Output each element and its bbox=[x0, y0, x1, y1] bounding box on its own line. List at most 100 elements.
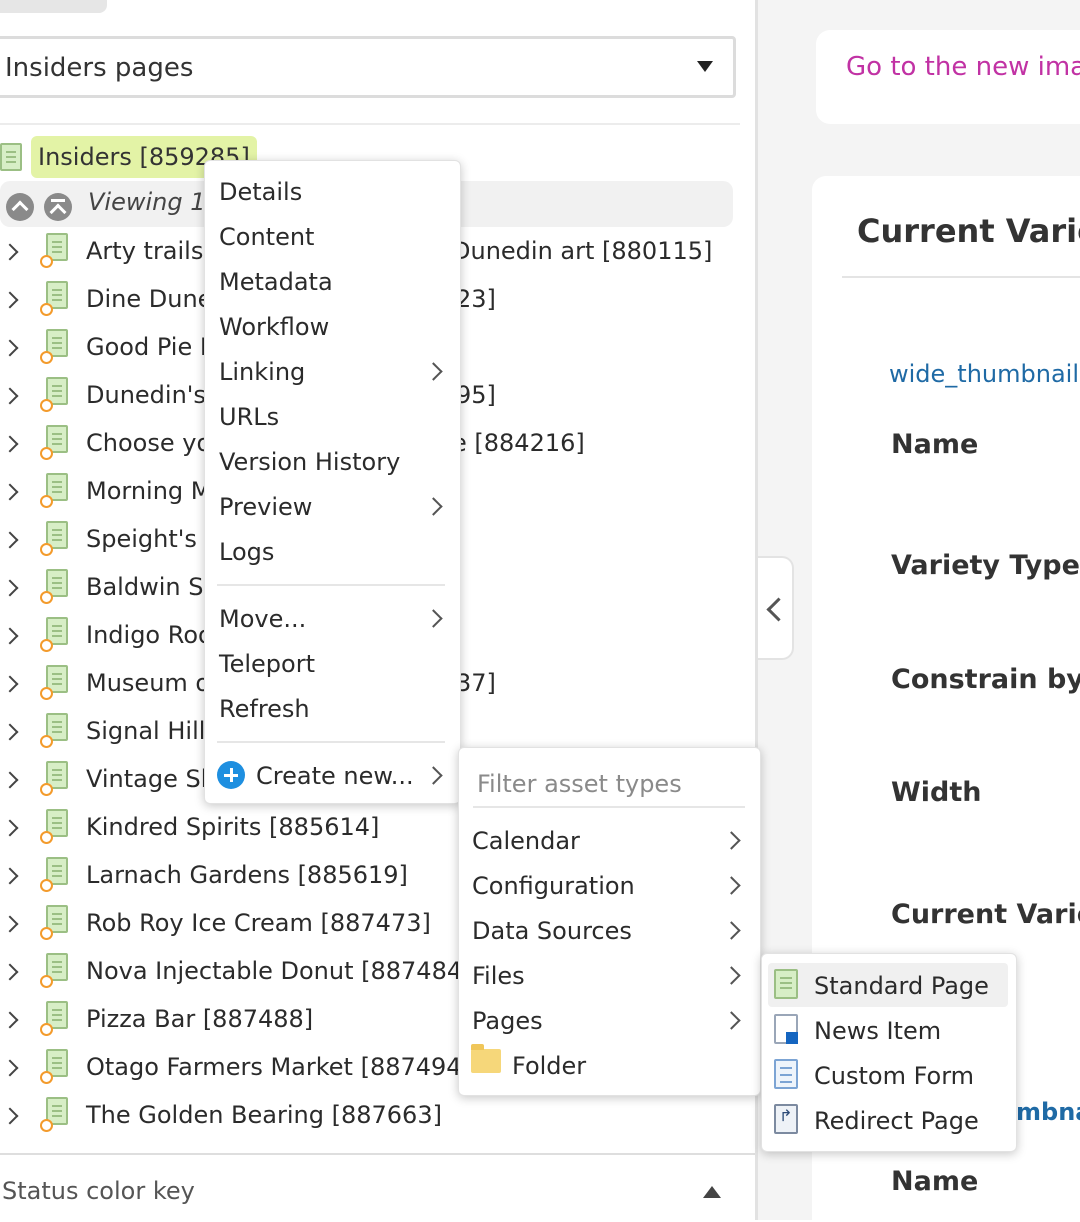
chevron-right-icon bbox=[424, 362, 443, 381]
tree-row-label[interactable]: Museum of bbox=[86, 669, 219, 697]
asset-category-configuration[interactable]: Configuration bbox=[472, 872, 635, 900]
status-dot-icon bbox=[40, 927, 53, 940]
expand-chevron-icon[interactable] bbox=[1, 291, 19, 309]
filter-asset-types-input[interactable] bbox=[473, 762, 745, 808]
status-dot-icon bbox=[40, 447, 53, 460]
expand-chevron-icon[interactable] bbox=[1, 483, 19, 501]
folder-icon bbox=[471, 1044, 501, 1073]
standard-page-icon bbox=[0, 143, 22, 171]
status-color-key[interactable]: Status color key bbox=[0, 1153, 757, 1222]
asset-category-pages[interactable]: Pages bbox=[472, 1007, 543, 1035]
asset-type-redirect-page[interactable]: Redirect Page bbox=[814, 1107, 979, 1135]
asset-category-data-sources[interactable]: Data Sources bbox=[472, 917, 632, 945]
status-dot-icon bbox=[40, 543, 53, 556]
menu-item-urls[interactable]: URLs bbox=[219, 403, 279, 431]
tree-row-label-tail[interactable]: e [884216] bbox=[452, 429, 585, 457]
expand-chevron-icon[interactable] bbox=[1, 915, 19, 933]
expand-chevron-icon[interactable] bbox=[1, 627, 19, 645]
menu-item-metadata[interactable]: Metadata bbox=[219, 268, 333, 296]
tree-row-label[interactable]: Indigo Roor bbox=[86, 621, 223, 649]
expand-chevron-icon[interactable] bbox=[1, 1011, 19, 1029]
tree-row-label[interactable]: Dine Dune bbox=[86, 285, 212, 313]
top-tab-stub[interactable] bbox=[0, 0, 107, 13]
asset-type-folder[interactable]: Folder bbox=[512, 1052, 586, 1080]
tree-row-label[interactable]: The Golden Bearing [887663] bbox=[86, 1101, 442, 1129]
tree-row-label[interactable]: Otago Farmers Market [887494] bbox=[86, 1053, 471, 1081]
tree-row-label-tail[interactable]: Dunedin art [880115] bbox=[452, 237, 712, 265]
asset-type-news-item[interactable]: News Item bbox=[814, 1017, 941, 1045]
tree-row-label[interactable]: Kindred Spirits [885614] bbox=[86, 813, 379, 841]
menu-item-preview[interactable]: Preview bbox=[219, 493, 312, 521]
menu-item-refresh[interactable]: Refresh bbox=[219, 695, 310, 723]
expand-chevron-icon[interactable] bbox=[1, 435, 19, 453]
expand-chevron-icon[interactable] bbox=[1, 531, 19, 549]
asset-type-standard-page[interactable]: Standard Page bbox=[814, 972, 989, 1000]
menu-item-create-new[interactable]: Create new... bbox=[256, 762, 414, 790]
menu-item-logs[interactable]: Logs bbox=[219, 538, 274, 566]
tree-row-label[interactable]: Dunedin's bbox=[86, 381, 206, 409]
expand-chevron-icon[interactable] bbox=[1, 387, 19, 405]
menu-item-content[interactable]: Content bbox=[219, 223, 314, 251]
expand-up-icon[interactable] bbox=[703, 1186, 721, 1198]
menu-item-details[interactable]: Details bbox=[219, 178, 302, 206]
status-dot-icon bbox=[40, 687, 53, 700]
status-dot-icon bbox=[40, 1119, 53, 1132]
tree-row[interactable]: The Golden Bearing [887663] bbox=[0, 1093, 740, 1141]
field-label-current-variety: Current Variety bbox=[891, 899, 1080, 930]
tree-row-label[interactable]: Larnach Gardens [885619] bbox=[86, 861, 408, 889]
expand-chevron-icon[interactable] bbox=[1, 963, 19, 981]
site-select[interactable]: Insiders pages bbox=[0, 36, 736, 98]
redirect-page-icon bbox=[774, 1104, 798, 1134]
viewing-count-text: Viewing 10 bbox=[88, 188, 221, 216]
collapse-panel-tab[interactable] bbox=[758, 556, 794, 660]
menu-item-version-history[interactable]: Version History bbox=[219, 448, 400, 476]
scroll-top-icon[interactable] bbox=[44, 193, 72, 221]
expand-chevron-icon[interactable] bbox=[1, 675, 19, 693]
expand-chevron-icon[interactable] bbox=[1, 1059, 19, 1077]
variety-link-2[interactable]: mbna bbox=[1016, 1098, 1080, 1126]
collapse-up-icon[interactable] bbox=[6, 193, 34, 221]
tree-row-label-tail[interactable]: 37] bbox=[456, 669, 496, 697]
expand-chevron-icon[interactable] bbox=[1, 243, 19, 261]
menu-item-move[interactable]: Move... bbox=[219, 605, 306, 633]
tree-row-label[interactable]: Pizza Bar [887488] bbox=[86, 1005, 313, 1033]
tree-row-label[interactable]: Morning M bbox=[86, 477, 212, 505]
menu-item-teleport[interactable]: Teleport bbox=[219, 650, 315, 678]
menu-item-workflow[interactable]: Workflow bbox=[219, 313, 329, 341]
expand-chevron-icon[interactable] bbox=[1, 867, 19, 885]
expand-chevron-icon[interactable] bbox=[1, 579, 19, 597]
asset-type-custom-form[interactable]: Custom Form bbox=[814, 1062, 974, 1090]
custom-form-icon bbox=[774, 1059, 798, 1089]
menu-separator bbox=[217, 741, 445, 743]
expand-chevron-icon[interactable] bbox=[1, 339, 19, 357]
section-title: Current Variet bbox=[857, 212, 1080, 250]
expand-chevron-icon[interactable] bbox=[1, 723, 19, 741]
tree-row-label[interactable]: Good Pie K bbox=[86, 333, 216, 361]
asset-category-files[interactable]: Files bbox=[472, 962, 525, 990]
status-dot-icon bbox=[40, 1071, 53, 1084]
news-item-icon bbox=[774, 1014, 798, 1044]
tree-row-label[interactable]: Baldwin Str bbox=[86, 573, 223, 601]
expand-chevron-icon[interactable] bbox=[1, 1107, 19, 1125]
divider bbox=[0, 123, 740, 125]
status-dot-icon bbox=[40, 591, 53, 604]
tree-row-label[interactable]: Arty trails - bbox=[86, 237, 220, 265]
chevron-right-icon bbox=[424, 766, 443, 785]
chevron-right-icon bbox=[424, 609, 443, 628]
variety-link[interactable]: wide_thumbnail bbox=[889, 360, 1079, 388]
asset-category-calendar[interactable]: Calendar bbox=[472, 827, 580, 855]
tree-row-label-tail[interactable]: 23] bbox=[456, 285, 496, 313]
menu-item-linking[interactable]: Linking bbox=[219, 358, 305, 386]
new-image-editor-link[interactable]: Go to the new imag bbox=[846, 52, 1080, 82]
divider bbox=[842, 276, 1080, 278]
status-dot-icon bbox=[40, 351, 53, 364]
tree-row-label-tail[interactable]: 95] bbox=[456, 381, 496, 409]
expand-chevron-icon[interactable] bbox=[1, 771, 19, 789]
status-dot-icon bbox=[40, 399, 53, 412]
field-label-constrain-by: Constrain by bbox=[891, 664, 1080, 695]
tree-row-label[interactable]: Nova Injectable Donut [887484] bbox=[86, 957, 471, 985]
expand-chevron-icon[interactable] bbox=[1, 819, 19, 837]
status-dot-icon bbox=[40, 831, 53, 844]
chevron-right-icon bbox=[722, 876, 741, 895]
tree-row-label[interactable]: Rob Roy Ice Cream [887473] bbox=[86, 909, 431, 937]
